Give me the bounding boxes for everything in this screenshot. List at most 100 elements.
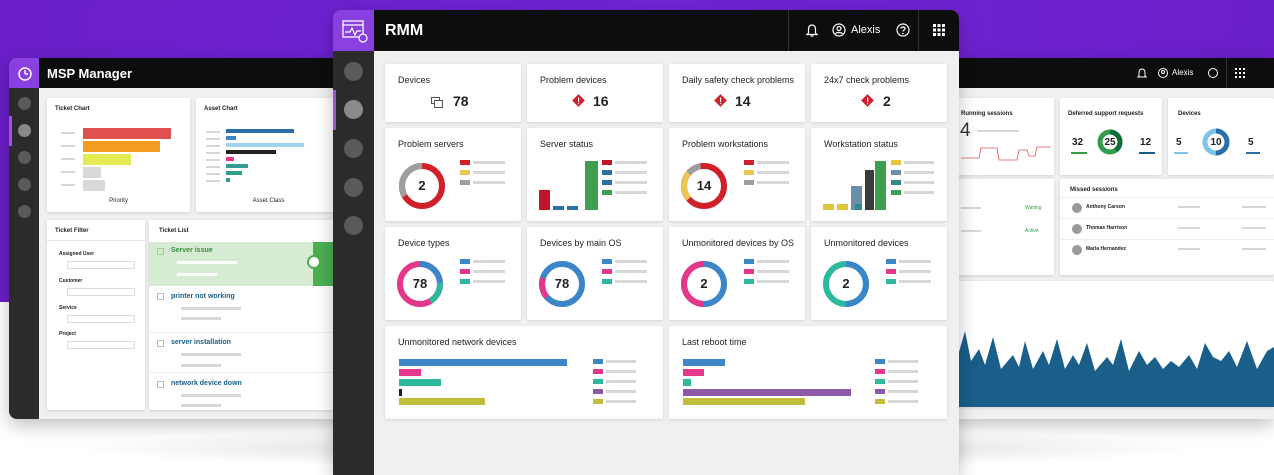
missed-session-person[interactable]: Thomas Harrison <box>1086 225 1127 231</box>
daily-safety-tile[interactable]: Daily safety check problems 14 <box>669 64 805 122</box>
donut-center-value: 2 <box>700 276 708 291</box>
sidebar-item[interactable] <box>344 139 363 158</box>
devices-tile[interactable]: Devices 78 <box>385 64 521 122</box>
card-title: Server status <box>540 139 594 149</box>
sidebar-item[interactable] <box>18 205 31 218</box>
card-title: Workstation status <box>824 139 898 149</box>
user-name[interactable]: Alexis <box>1172 68 1193 77</box>
filter-group-label: Service <box>59 305 77 311</box>
priority-bar <box>83 128 171 139</box>
filter-dropdown[interactable] <box>67 288 135 296</box>
bell-icon[interactable] <box>805 24 819 37</box>
tile-label: 24x7 check problems <box>824 75 910 85</box>
donut-center-value: 14 <box>696 178 712 193</box>
hbar <box>683 369 704 376</box>
ticket-row[interactable]: network device down <box>149 372 361 410</box>
help-icon[interactable] <box>896 23 910 37</box>
sidebar-item-active[interactable] <box>18 124 31 137</box>
sidebar-item[interactable] <box>18 151 31 164</box>
error-diamond-icon <box>861 94 874 107</box>
missed-sessions-card: Missed sessions Anthony Carson Thomas Ha… <box>1060 179 1274 275</box>
user-name[interactable]: Alexis <box>851 24 880 36</box>
asset-chart-xlabel: Asset Class <box>252 198 285 204</box>
sidebar-item[interactable] <box>344 178 363 197</box>
ticket-title[interactable]: printer not working <box>171 293 235 300</box>
status-bar <box>823 204 834 210</box>
ticket-title[interactable]: server installation <box>171 339 231 346</box>
last-reboot-card[interactable]: Last reboot time <box>669 326 947 419</box>
user-icon[interactable] <box>1158 68 1168 78</box>
asset-chart-card: Asset Chart Asset Class <box>196 98 341 212</box>
hbar <box>683 398 805 405</box>
asset-bar <box>226 178 230 182</box>
card-title: Unmonitored devices <box>824 238 909 248</box>
hbar <box>683 389 851 396</box>
apps-grid-icon[interactable] <box>918 10 959 51</box>
workstation-status-card[interactable]: Workstation status <box>811 128 947 221</box>
sidebar-item[interactable] <box>18 178 31 191</box>
unmonitored-devices-card[interactable]: Unmonitored devices 2 <box>811 227 947 320</box>
card-title: Unmonitored devices by OS <box>682 238 795 248</box>
device-types-card[interactable]: Device types 78 <box>385 227 521 320</box>
bell-icon[interactable] <box>1136 68 1148 79</box>
ticket-row[interactable]: printer not working <box>149 290 361 330</box>
missed-session-person[interactable]: Maria Hernandez <box>1086 246 1126 252</box>
deferred-requests-card: Deferred support requests 32 25 12 <box>1060 98 1162 175</box>
rmm-window: RMM Alexis Devices 78 Problem devices 16… <box>333 10 959 475</box>
sidebar-item[interactable] <box>344 216 363 235</box>
row-checkbox[interactable] <box>157 381 164 388</box>
unmonitored-network-card[interactable]: Unmonitored network devices <box>385 326 663 419</box>
deferred-requests-title: Deferred support requests <box>1068 111 1144 117</box>
sidebar-active-marker <box>333 90 336 130</box>
user-icon[interactable] <box>832 23 846 37</box>
ticket-row-selected[interactable]: Server issue <box>149 242 361 286</box>
problem-servers-card[interactable]: Problem servers 2 <box>385 128 521 221</box>
ticket-title[interactable]: Server issue <box>171 247 213 254</box>
priority-bar <box>83 180 105 191</box>
asset-bar <box>226 129 294 133</box>
priority-bar <box>83 167 101 178</box>
msp-manager-window: MSP Manager Ticket Chart Priority Asset … <box>9 58 361 419</box>
status-bar <box>567 206 578 210</box>
asset-bar <box>226 143 304 147</box>
problem-devices-tile[interactable]: Problem devices 16 <box>527 64 663 122</box>
asset-bar <box>226 171 242 175</box>
missed-session-person[interactable]: Anthony Carson <box>1086 204 1125 210</box>
apps-grid-icon[interactable] <box>1226 58 1274 88</box>
priority-bar <box>83 154 131 165</box>
rmm-sidebar <box>333 51 374 475</box>
ticket-title[interactable]: network device down <box>171 380 242 387</box>
hbar <box>399 389 402 396</box>
rs-topbar: Alexis <box>930 58 1274 88</box>
problem-workstations-card[interactable]: Problem workstations 14 <box>669 128 805 221</box>
devices-by-os-card[interactable]: Devices by main OS 78 <box>527 227 663 320</box>
error-diamond-icon <box>572 94 585 107</box>
running-sessions-title: Running sessions <box>961 111 1013 117</box>
donut-center-value: 2 <box>418 178 426 193</box>
sidebar-item[interactable] <box>344 62 363 81</box>
filter-dropdown[interactable] <box>67 261 135 269</box>
person-avatar-icon <box>1072 245 1082 255</box>
row-checkbox[interactable] <box>157 340 164 347</box>
clock-icon[interactable] <box>307 255 321 269</box>
rs-devices-title: Devices <box>1178 111 1201 117</box>
error-diamond-icon <box>714 94 727 107</box>
row-checkbox[interactable] <box>157 248 164 255</box>
filter-dropdown[interactable] <box>67 315 135 323</box>
msp-topbar: MSP Manager <box>9 58 361 88</box>
sidebar-item-active[interactable] <box>344 100 363 119</box>
status-bar <box>585 161 598 210</box>
sidebar-item[interactable] <box>18 97 31 110</box>
filter-dropdown[interactable] <box>67 341 135 349</box>
ticket-row[interactable]: server installation <box>149 332 361 372</box>
person-avatar-icon <box>1072 224 1082 234</box>
row-checkbox[interactable] <box>157 293 164 300</box>
help-icon[interactable] <box>1208 68 1218 78</box>
unmonitored-by-os-card[interactable]: Unmonitored devices by OS 2 <box>669 227 805 320</box>
card-title: Devices by main OS <box>540 238 622 248</box>
server-status-card[interactable]: Server status <box>527 128 663 221</box>
tile-label: Problem devices <box>540 75 607 85</box>
filter-group-label: Assigned User <box>59 251 95 257</box>
check-24x7-tile[interactable]: 24x7 check problems 2 <box>811 64 947 122</box>
ticket-list-title: Ticket List <box>159 228 189 234</box>
